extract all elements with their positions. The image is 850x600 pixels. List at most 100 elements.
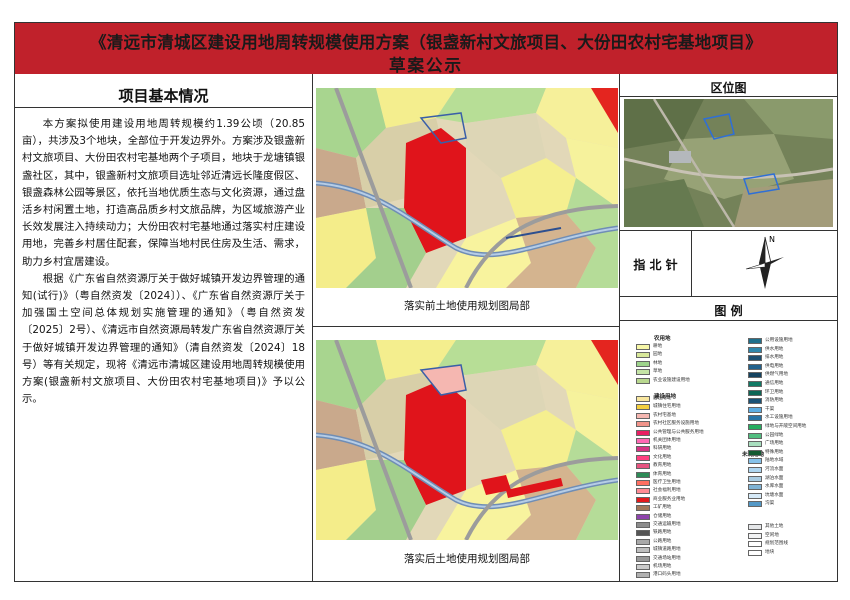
legend-label: 园地 [653, 352, 663, 358]
north-arrow-label: 指 北 针 [633, 258, 678, 272]
legend-swatch [748, 449, 762, 456]
legend: 农用地 建设用地 未利用地 耕地园地林地草地农业设施建设用地居住用地城镇住宅用地… [624, 324, 833, 579]
legend-label: 环卫用地 [765, 389, 784, 395]
legend-label: 坑塘水面 [765, 492, 784, 498]
project-description: 本方案拟使用建设用地周转规模约1.39公顷（20.85亩），共涉及3个地块，全部… [22, 116, 305, 408]
legend-swatch [636, 404, 650, 411]
legend-swatch [636, 446, 650, 453]
map-after-caption: 落实后土地使用规划图局部 [404, 553, 530, 565]
legend-label: 供燃气用地 [765, 372, 788, 378]
legend-swatch [748, 492, 762, 499]
legend-label: 公路用地 [653, 538, 672, 544]
legend-swatch [636, 454, 650, 461]
divider-location-head [620, 96, 837, 97]
legend-label: 居住用地 [653, 396, 672, 401]
legend-label: 科研用地 [653, 446, 672, 452]
legend-swatch [748, 549, 762, 556]
legend-heading: 图 例 [714, 304, 743, 318]
legend-label: 陆地水域 [765, 458, 784, 464]
legend-swatch [636, 438, 650, 444]
legend-swatch [636, 344, 650, 350]
legend-swatch [748, 475, 762, 482]
legend-swatch [748, 467, 762, 473]
legend-swatch [748, 524, 762, 530]
legend-label: 消防用地 [765, 398, 784, 404]
divider-location-bottom [620, 230, 837, 231]
legend-label: 河流水面 [765, 467, 784, 472]
legend-swatch [636, 522, 650, 528]
legend-label: 其他土地 [765, 524, 784, 529]
legend-swatch [748, 432, 762, 439]
legend-label: 排水用地 [765, 355, 784, 361]
legend-label: 机场用地 [653, 564, 672, 569]
legend-swatch [636, 488, 650, 495]
legend-swatch [636, 564, 650, 570]
legend-label: 公用设施用地 [765, 338, 793, 343]
legend-swatch [636, 530, 650, 537]
legend-swatch [636, 396, 650, 402]
legend-swatch [748, 441, 762, 448]
legend-swatch [748, 398, 762, 405]
legend-label: 城镇道路用地 [653, 547, 681, 553]
map-after-drawing [316, 340, 618, 540]
legend-swatch [748, 355, 762, 362]
legend-swatch [748, 389, 762, 396]
legend-label: 农村宅基地 [653, 412, 676, 418]
divider-right [619, 74, 620, 582]
legend-label: 农业设施建设用地 [653, 377, 690, 383]
legend-group-agri: 农用地 [654, 336, 671, 342]
legend-label: 水工设施用地 [765, 415, 793, 421]
legend-swatch [636, 471, 650, 478]
legend-label: 绿地与开敞空间用地 [765, 424, 807, 429]
legend-label: 特殊用地 [765, 449, 784, 455]
paragraph-1: 本方案拟使用建设用地周转规模约1.39公顷（20.85亩），共涉及3个地块，全部… [22, 118, 305, 268]
legend-swatch [748, 346, 762, 353]
project-info-heading: 项目基本情况 [118, 87, 209, 105]
map-before-caption: 落实前土地使用规划图局部 [404, 300, 530, 312]
legend-swatch [636, 429, 650, 436]
legend-label: 湖泊水面 [765, 475, 784, 481]
legend-label: 公共管理与公共服务用地 [653, 429, 704, 435]
legend-label: 医疗卫生用地 [653, 480, 681, 485]
title-line-2: 草案公示 [389, 56, 463, 75]
divider-map-middle [313, 326, 619, 327]
legend-swatch [636, 555, 650, 562]
legend-swatch [748, 424, 762, 430]
legend-swatch [748, 338, 762, 344]
legend-label: 地块 [765, 549, 775, 555]
legend-swatch [748, 458, 762, 465]
legend-label: 体育用地 [653, 471, 672, 477]
map-after [316, 340, 618, 540]
legend-label: 水库水面 [765, 484, 784, 490]
legend-swatch [636, 513, 650, 520]
legend-swatch [636, 377, 650, 384]
legend-label: 交通运输用地 [653, 522, 681, 527]
legend-label: 铁路用地 [653, 530, 672, 536]
legend-swatch [636, 421, 650, 428]
legend-label: 工矿用地 [653, 505, 672, 511]
legend-swatch [636, 547, 650, 554]
legend-swatch [748, 363, 762, 370]
north-arrow-icon: N [740, 233, 790, 293]
legend-swatch [748, 541, 762, 548]
legend-label: 交通场站用地 [653, 555, 681, 561]
map-before-drawing [316, 88, 618, 288]
title-bar: 《清远市清城区建设用地周转规模使用方案（银盏新村文旅项目、大份田农村宅基地项目》… [15, 23, 837, 75]
legend-label: 规划范围线 [765, 541, 788, 547]
legend-label: 机关团体用地 [653, 438, 681, 443]
legend-label: 供水用地 [765, 346, 784, 352]
legend-label: 城镇住宅用地 [653, 404, 681, 410]
location-map-drawing [624, 99, 833, 227]
legend-swatch [748, 381, 762, 387]
legend-label: 农村社区服务设施用地 [653, 421, 699, 427]
legend-label: 商业服务业用地 [653, 496, 686, 502]
legend-swatch [636, 412, 650, 419]
legend-label: 耕地 [653, 344, 663, 349]
divider-left [312, 74, 313, 582]
legend-label: 公园绿地 [765, 432, 784, 438]
legend-swatch [636, 505, 650, 512]
paragraph-2: 根据《广东省自然资源厅关于做好城镇开发边界管理的通知(试行)》（粤自然资发〔20… [22, 272, 305, 406]
legend-swatch [636, 572, 650, 579]
location-heading: 区位图 [710, 81, 747, 95]
title-line-1: 《清远市清城区建设用地周转规模使用方案（银盏新村文旅项目、大份田农村宅基地项目》 [90, 33, 762, 52]
